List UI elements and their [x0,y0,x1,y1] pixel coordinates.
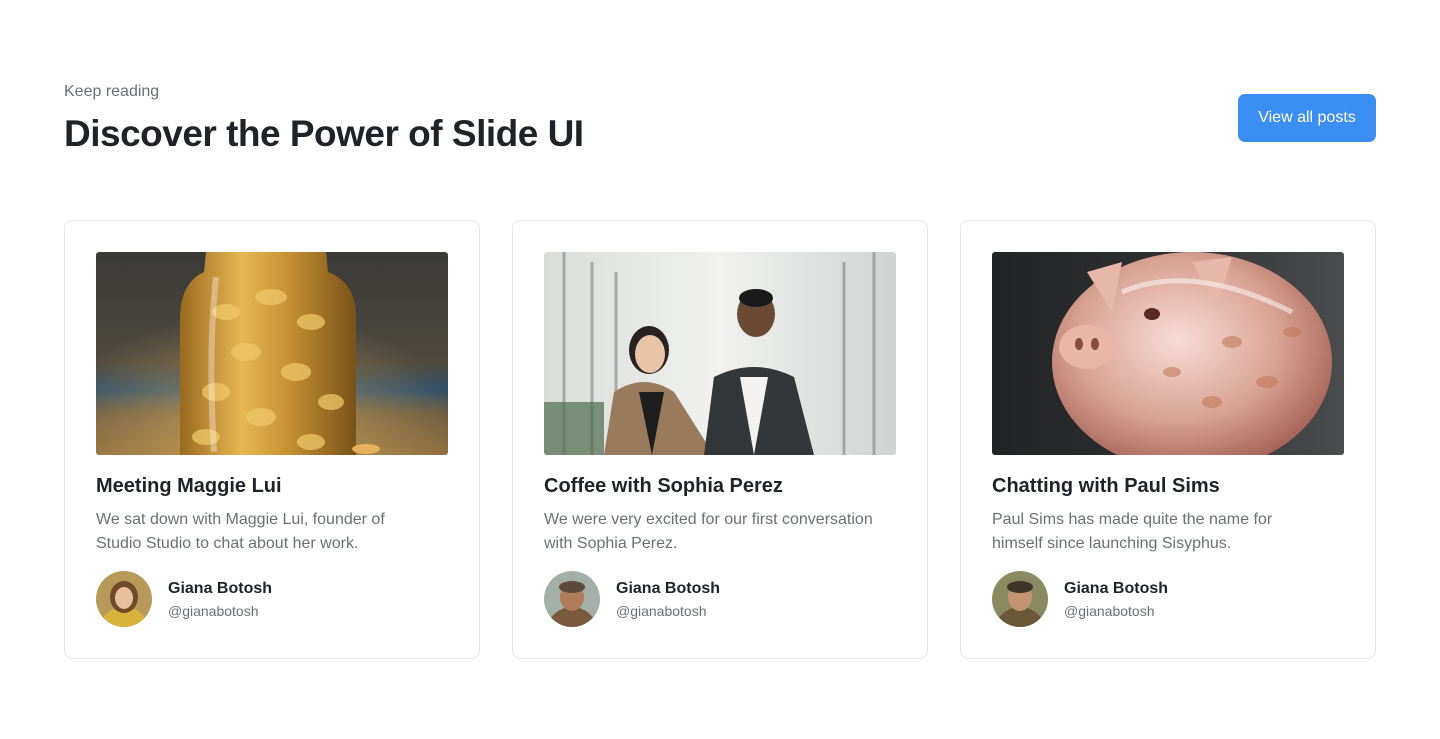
author-handle: @gianabotosh [1064,603,1155,619]
post-description: Paul Sims has made quite the name for hi… [992,511,1273,552]
section-eyebrow: Keep reading [64,83,160,100]
author-avatar [96,571,152,627]
author-name: Giana Botosh [168,580,273,597]
author-name: Giana Botosh [616,580,721,597]
post-image-coin-jar[interactable] [96,252,448,455]
post-title[interactable]: Meeting Maggie Lui [96,473,282,499]
blog-section: Keep reading Discover the Power of Slide… [0,0,1440,739]
post-card[interactable]: Coffee with Sophia Perez We were very ex… [512,220,928,659]
author-handle: @gianabotosh [616,603,707,619]
post-title[interactable]: Chatting with Paul Sims [992,473,1220,499]
author-name: Giana Botosh [1064,580,1169,597]
author-handle: @gianabotosh [168,603,259,619]
post-description: We were very excited for our first conve… [544,511,873,552]
post-image-colleagues[interactable] [544,252,896,455]
post-image-piggy-bank[interactable] [992,252,1344,455]
author-avatar [544,571,600,627]
view-all-posts-button[interactable]: View all posts [1238,94,1376,142]
author-avatar [992,571,1048,627]
post-card[interactable]: Meeting Maggie Lui We sat down with Magg… [64,220,480,659]
section-title: Discover the Power of Slide UI [64,113,584,154]
post-description: We sat down with Maggie Lui, founder of … [96,511,385,552]
post-title[interactable]: Coffee with Sophia Perez [544,473,783,499]
post-card[interactable]: Chatting with Paul Sims Paul Sims has ma… [960,220,1376,659]
